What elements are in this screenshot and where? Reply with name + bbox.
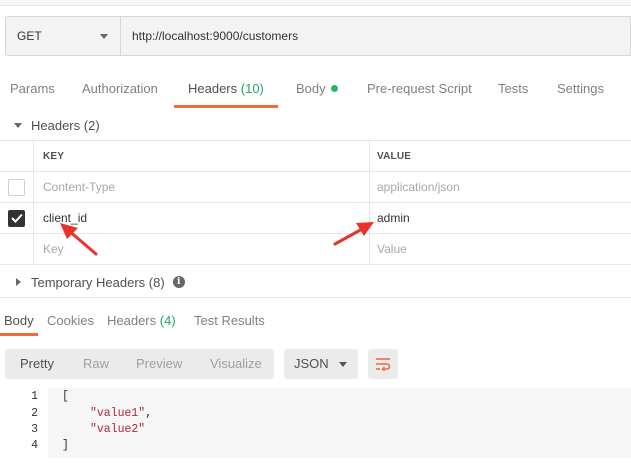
response-tab-test-results[interactable]: Test Results: [194, 306, 265, 336]
view-raw-button[interactable]: Raw: [83, 349, 109, 379]
line-number: 1: [31, 390, 38, 403]
view-preview-button[interactable]: Preview: [136, 349, 182, 379]
info-icon[interactable]: i: [172, 276, 185, 288]
headers-section-toggle[interactable]: Headers (2): [0, 108, 631, 142]
request-tabs: Params Authorization Headers (10) Body P…: [0, 72, 631, 108]
key-column-header: KEY: [34, 141, 370, 171]
tab-params[interactable]: Params: [10, 72, 55, 108]
table-header-row: KEY VALUE: [0, 141, 631, 172]
headers-section-count: (2): [83, 117, 100, 133]
temporary-headers-title: Temporary Headers: [31, 274, 146, 290]
temporary-headers-count: (8): [148, 274, 165, 290]
response-tab-headers-count: (4): [159, 313, 176, 328]
chevron-down-icon: [100, 34, 108, 39]
temporary-headers-toggle[interactable]: Temporary Headers (8) i: [0, 265, 631, 299]
tab-pre-request-script[interactable]: Pre-request Script: [367, 72, 472, 108]
value-column-header: VALUE: [377, 150, 412, 162]
annotation-arrow-right-icon: [333, 222, 374, 246]
format-label: JSON: [294, 356, 329, 371]
tab-tests[interactable]: Tests: [498, 72, 528, 108]
code-open-bracket: [: [62, 390, 69, 403]
tab-headers-count: (10): [240, 81, 264, 96]
view-visualize-button[interactable]: Visualize: [210, 349, 262, 379]
line-number: 2: [31, 407, 38, 420]
tab-authorization[interactable]: Authorization: [82, 72, 158, 108]
header-enable-checkbox[interactable]: [8, 178, 25, 196]
view-pretty-button[interactable]: Pretty: [20, 349, 54, 379]
view-mode-group: Pretty Raw Preview Visualize: [5, 349, 274, 379]
code-close-bracket: ]: [62, 439, 69, 452]
wrap-lines-icon: [376, 358, 391, 371]
tab-body[interactable]: Body: [296, 72, 338, 108]
response-tab-headers-label: Headers: [107, 313, 157, 328]
code-comma: ,: [145, 407, 153, 420]
chevron-down-icon: [339, 362, 347, 367]
method-select[interactable]: GET: [6, 17, 121, 55]
json-string-value1: "value1": [90, 407, 146, 420]
tab-headers-label: Headers: [188, 81, 238, 96]
wrap-lines-button[interactable]: [368, 349, 398, 379]
line-number: 4: [31, 439, 38, 452]
line-number: 3: [31, 423, 38, 436]
response-tab-body[interactable]: Body: [0, 306, 38, 336]
header-value-cell[interactable]: admin: [370, 203, 631, 233]
top-strip: [0, 0, 631, 6]
section-divider: [0, 297, 631, 298]
response-body-code[interactable]: 1 2 3 4 [ "value1", "value2" ]: [0, 388, 631, 458]
caret-down-icon: [14, 122, 22, 128]
tab-body-label: Body: [296, 81, 326, 96]
header-value-cell[interactable]: application/json: [370, 172, 631, 202]
response-tab-cookies[interactable]: Cookies: [47, 306, 94, 336]
headers-section-title: Headers: [31, 117, 81, 133]
format-select[interactable]: JSON: [284, 349, 358, 379]
json-string-value2: "value2": [90, 423, 146, 436]
body-indicator-dot-icon: [330, 85, 338, 92]
code-line-value1: "value1",: [90, 407, 152, 420]
new-value-input[interactable]: Value: [370, 234, 631, 264]
response-tab-headers[interactable]: Headers (4): [107, 306, 176, 336]
header-enable-checkbox[interactable]: [8, 209, 25, 227]
table-row: Content-Type application/json: [0, 172, 631, 203]
annotation-arrow-left-icon: [60, 223, 98, 256]
tab-headers[interactable]: Headers (10): [174, 72, 278, 108]
request-bar: GET http://localhost:9000/customers: [5, 16, 631, 56]
tab-settings[interactable]: Settings: [557, 72, 604, 108]
caret-right-icon: [16, 278, 21, 286]
code-line-value2: "value2": [90, 423, 145, 436]
header-key-cell[interactable]: Content-Type: [34, 172, 370, 202]
check-icon: [10, 213, 23, 223]
method-label: GET: [17, 29, 42, 43]
url-input[interactable]: http://localhost:9000/customers: [121, 17, 298, 55]
